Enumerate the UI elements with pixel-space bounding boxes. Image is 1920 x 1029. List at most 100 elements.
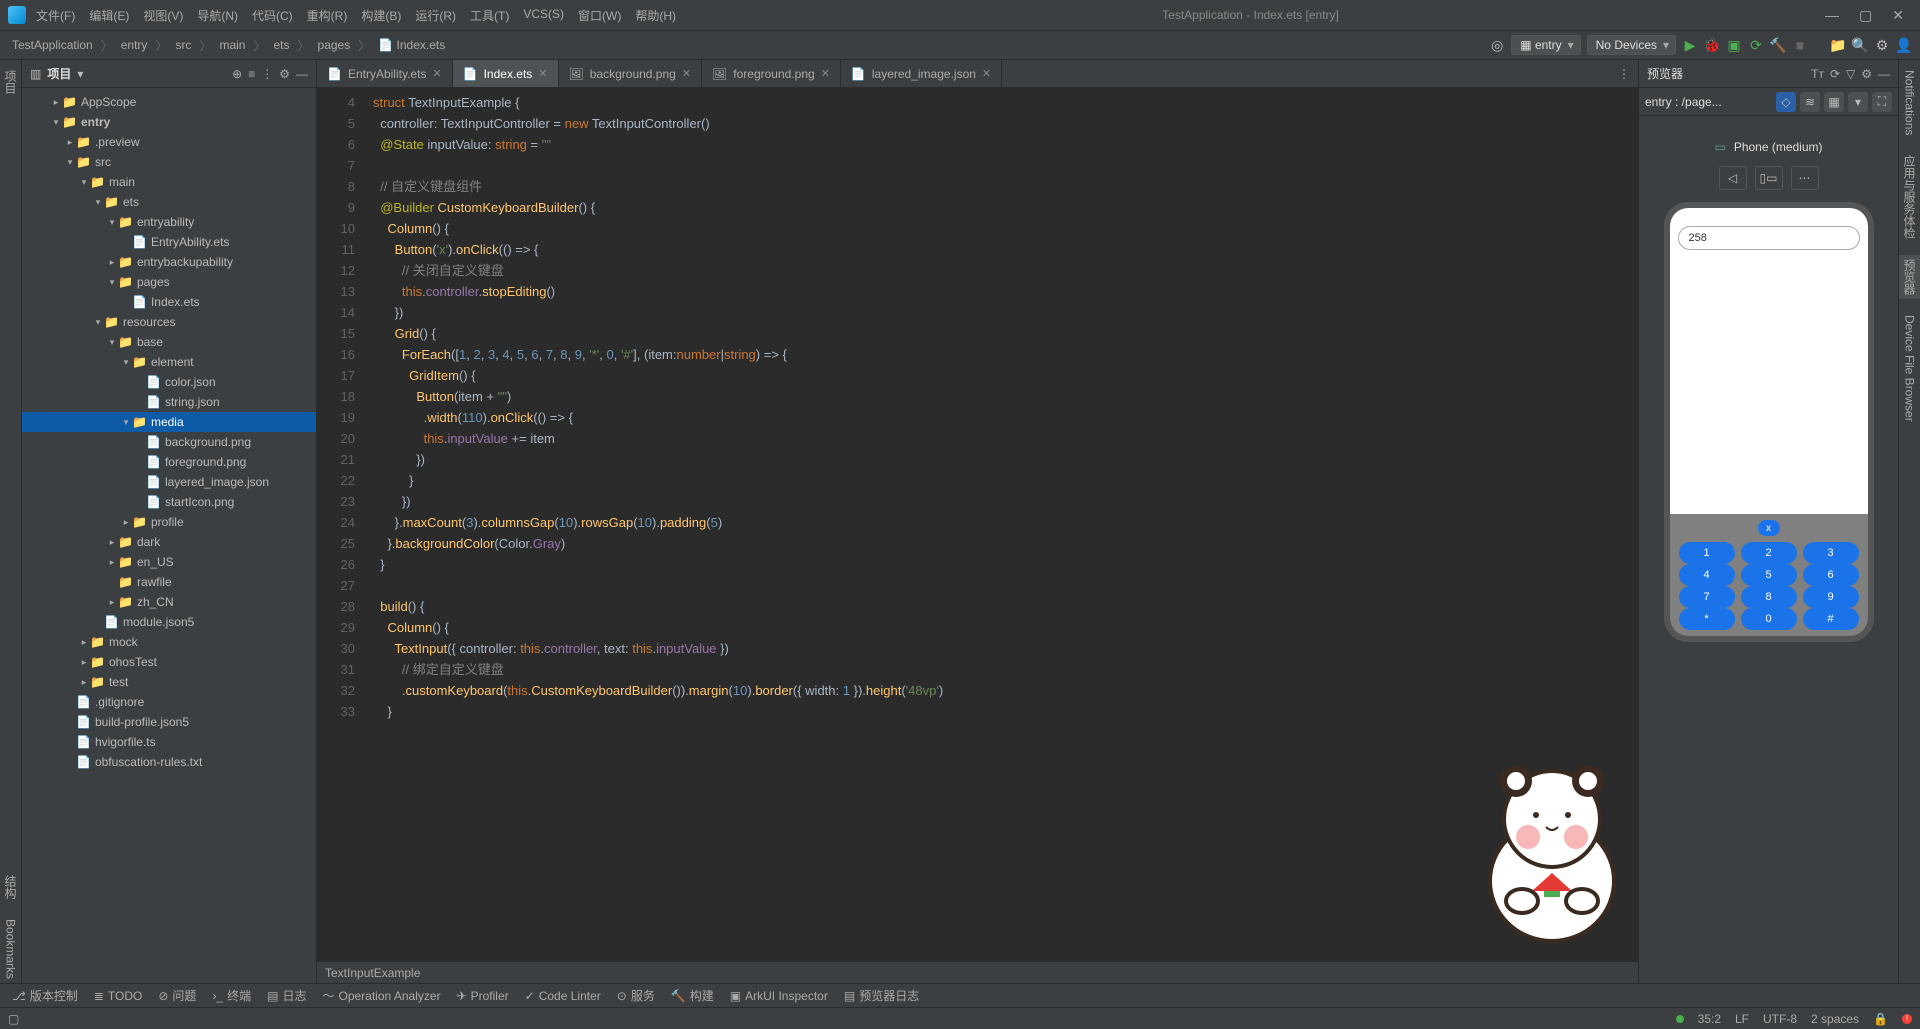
tree-arrow-icon[interactable]	[64, 157, 76, 168]
status-icon[interactable]: ▢	[8, 1012, 19, 1026]
menu-refactor[interactable]: 重构(R)	[307, 7, 348, 24]
gutter-project[interactable]: 项目	[0, 66, 21, 98]
runconfig-dropdown[interactable]: ▦ entry	[1511, 35, 1580, 55]
code-content[interactable]: struct TextInputExample { controller: Te…	[365, 88, 1638, 961]
tree-item[interactable]: 📄string.json	[22, 392, 316, 412]
menu-nav[interactable]: 导航(N)	[197, 7, 238, 24]
gutter-app-service[interactable]: 应用与服务体检	[1899, 151, 1920, 243]
inspect-icon[interactable]: ◇	[1776, 92, 1796, 112]
menu-build[interactable]: 构建(B)	[361, 7, 401, 24]
tree-item[interactable]: 📄layered_image.json	[22, 472, 316, 492]
menu-code[interactable]: 代码(C)	[252, 7, 293, 24]
menu-window[interactable]: 窗口(W)	[578, 7, 621, 24]
refresh-icon[interactable]: ⟳	[1830, 67, 1840, 81]
keyboard-key[interactable]: *	[1679, 608, 1735, 630]
menu-file[interactable]: 文件(F)	[36, 7, 75, 24]
tree-item[interactable]: 📁src	[22, 152, 316, 172]
keyboard-key[interactable]: #	[1803, 608, 1859, 630]
menu-vcs[interactable]: VCS(S)	[523, 7, 564, 24]
folder-icon[interactable]: 📁	[1830, 37, 1846, 53]
bottom-tool-item[interactable]: 〜Operation Analyzer	[322, 987, 440, 1004]
code-breadcrumb[interactable]: TextInputExample	[317, 961, 1638, 983]
keyboard-key[interactable]: 5	[1741, 564, 1797, 586]
select-opened-icon[interactable]: ⊕	[232, 67, 242, 81]
line-ending[interactable]: LF	[1735, 1012, 1749, 1026]
tree-arrow-icon[interactable]	[78, 677, 90, 688]
editor-tab[interactable]: 📄layered_image.json✕	[841, 60, 1002, 87]
tree-item[interactable]: 📁entry	[22, 112, 316, 132]
keyboard-key[interactable]: 6	[1803, 564, 1859, 586]
expand-icon[interactable]: ⛶	[1872, 92, 1892, 112]
tree-item[interactable]: 📄module.json5	[22, 612, 316, 632]
gutter-previewer[interactable]: 预览器	[1899, 255, 1920, 299]
filter-icon[interactable]: ▽	[1846, 67, 1855, 81]
close-icon[interactable]: ✕	[1892, 7, 1904, 24]
tree-arrow-icon[interactable]	[120, 357, 132, 368]
tree-item[interactable]: 📁AppScope	[22, 92, 316, 112]
project-tree[interactable]: 📁AppScope📁entry📁.preview📁src📁main📁ets📁en…	[22, 88, 316, 983]
gutter-notifications[interactable]: Notifications	[1901, 66, 1919, 139]
code-editor[interactable]: 4567891011121314151617181920212223242526…	[317, 88, 1638, 961]
tree-item[interactable]: 📁ets	[22, 192, 316, 212]
close-tab-icon[interactable]: ✕	[821, 67, 830, 80]
tabs-more-icon[interactable]: ⋮	[1610, 60, 1638, 87]
phone-textinput[interactable]	[1678, 226, 1860, 250]
tree-item[interactable]: 📄Index.ets	[22, 292, 316, 312]
editor-tab[interactable]: 🖼background.png✕	[559, 60, 703, 87]
tree-arrow-icon[interactable]	[64, 137, 76, 148]
menu-view[interactable]: 视图(V)	[143, 7, 183, 24]
tree-arrow-icon[interactable]	[106, 217, 118, 228]
keyboard-key[interactable]: 1	[1679, 542, 1735, 564]
tree-arrow-icon[interactable]	[120, 417, 132, 428]
tree-item[interactable]: 📄build-profile.json5	[22, 712, 316, 732]
back-icon[interactable]: ◁	[1719, 166, 1747, 190]
keyboard-key[interactable]: 3	[1803, 542, 1859, 564]
dropdown-icon[interactable]: ▾	[77, 67, 83, 81]
tree-item[interactable]: 📁test	[22, 672, 316, 692]
device-dropdown[interactable]: No Devices	[1587, 35, 1676, 55]
encoding[interactable]: UTF-8	[1763, 1012, 1797, 1026]
tree-arrow-icon[interactable]	[50, 97, 62, 108]
tree-arrow-icon[interactable]	[106, 277, 118, 288]
breadcrumb-item[interactable]: pages	[314, 36, 355, 54]
keyboard-key[interactable]: 2	[1741, 542, 1797, 564]
tree-arrow-icon[interactable]	[106, 257, 118, 268]
lock-icon[interactable]: 🔒	[1873, 1012, 1888, 1026]
tree-arrow-icon[interactable]	[50, 117, 62, 128]
keyboard-close-button[interactable]: x	[1758, 520, 1780, 536]
close-tab-icon[interactable]: ✕	[538, 67, 547, 80]
breadcrumb-item[interactable]: main	[215, 36, 249, 54]
tree-item[interactable]: 📁dark	[22, 532, 316, 552]
gutter-structure[interactable]: 结构	[0, 871, 21, 903]
keyboard-key[interactable]: 7	[1679, 586, 1735, 608]
tree-arrow-icon[interactable]	[92, 197, 104, 208]
target-icon[interactable]: ◎	[1489, 37, 1505, 53]
keyboard-key[interactable]: 0	[1741, 608, 1797, 630]
tree-item[interactable]: 📄EntryAbility.ets	[22, 232, 316, 252]
close-tab-icon[interactable]: ✕	[432, 67, 441, 80]
bottom-tool-item[interactable]: ⊙服务	[617, 987, 655, 1004]
bottom-tool-item[interactable]: ✈Profiler	[457, 989, 509, 1003]
tree-item[interactable]: 📄background.png	[22, 432, 316, 452]
tree-item[interactable]: 📁entryability	[22, 212, 316, 232]
tree-item[interactable]: 📁base	[22, 332, 316, 352]
tree-item[interactable]: 📄color.json	[22, 372, 316, 392]
tree-arrow-icon[interactable]	[106, 337, 118, 348]
chevron-down-icon[interactable]: ▾	[1848, 92, 1868, 112]
bottom-tool-item[interactable]: ⊘问题	[158, 987, 196, 1004]
run-icon[interactable]: ▶	[1682, 37, 1698, 53]
bottom-tool-item[interactable]: ⎇版本控制	[12, 987, 78, 1004]
search-icon[interactable]: 🔍	[1852, 37, 1868, 53]
close-tab-icon[interactable]: ✕	[982, 67, 991, 80]
bottom-tool-item[interactable]: 🔨构建	[671, 987, 714, 1004]
tree-item[interactable]: 📁.preview	[22, 132, 316, 152]
editor-tab[interactable]: 📄EntryAbility.ets✕	[317, 60, 453, 87]
tree-item[interactable]: 📁en_US	[22, 552, 316, 572]
tree-arrow-icon[interactable]	[92, 317, 104, 328]
horiz-split-icon[interactable]: ≡	[248, 67, 255, 81]
tree-arrow-icon[interactable]	[106, 597, 118, 608]
menu-edit[interactable]: 编辑(E)	[89, 7, 129, 24]
menu-tools[interactable]: 工具(T)	[470, 7, 509, 24]
tree-arrow-icon[interactable]	[120, 517, 132, 528]
gutter-bookmarks[interactable]: Bookmarks	[2, 915, 20, 983]
